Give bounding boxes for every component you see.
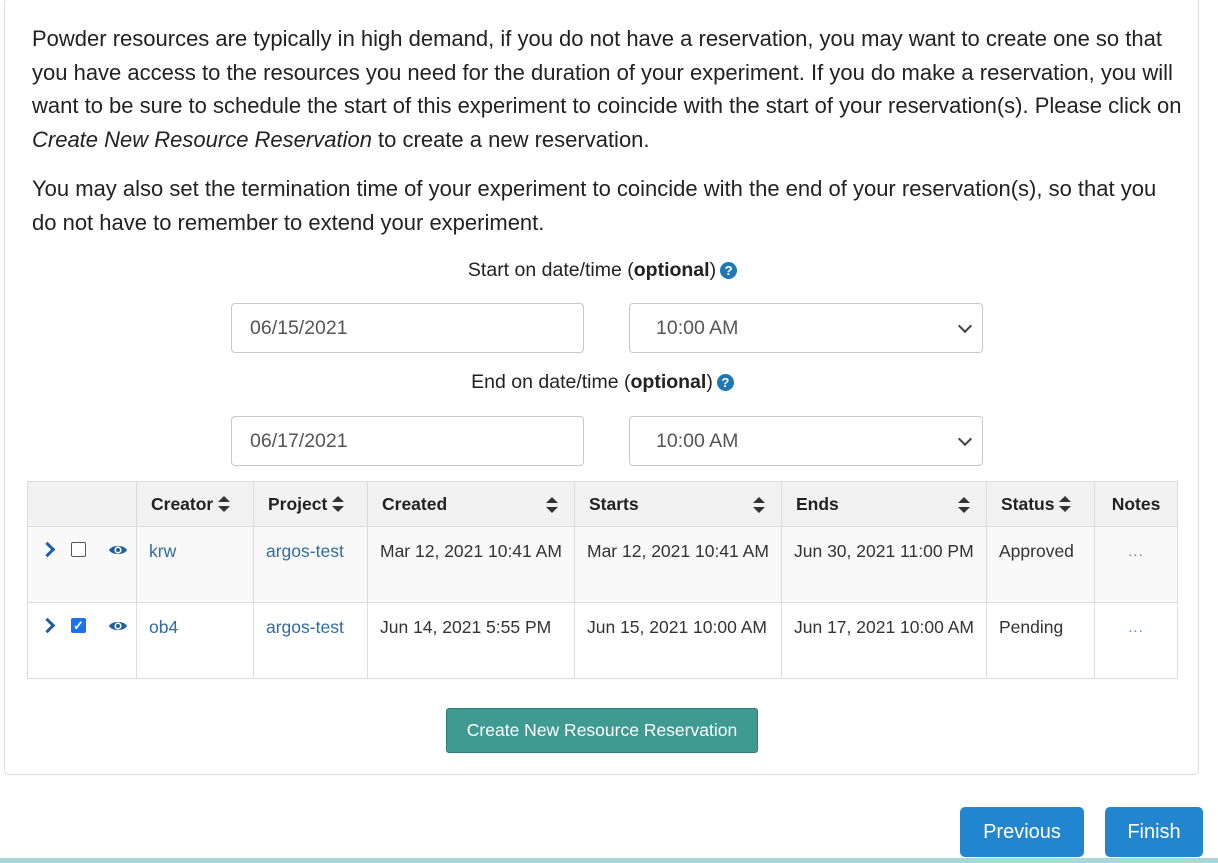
col-created-label: Created: [382, 493, 448, 514]
cell-ends: Jun 17, 2021 10:00 AM: [781, 602, 987, 679]
cell-project[interactable]: argos-test: [253, 526, 368, 603]
sort-icon[interactable]: [1059, 495, 1072, 512]
col-notes-label: Notes: [1111, 493, 1161, 514]
end-label: End on date/time (optional)?: [5, 371, 1200, 394]
create-reservation-button[interactable]: Create New Resource Reservation: [446, 708, 758, 753]
col-status-label: Status: [1001, 493, 1055, 514]
previous-button[interactable]: Previous: [960, 807, 1084, 857]
chevron-right-icon[interactable]: [39, 541, 56, 558]
intro-text: Powder resources are typically in high d…: [32, 26, 1182, 118]
cell-creator[interactable]: ob4: [136, 602, 254, 679]
sort-icon[interactable]: [753, 497, 765, 513]
col-project-label: Project: [268, 493, 328, 514]
sort-icon[interactable]: [546, 497, 558, 513]
cell-starts: Mar 12, 2021 10:41 AM: [574, 526, 782, 603]
cell-notes[interactable]: ...: [1094, 602, 1178, 679]
col-status[interactable]: Status: [986, 481, 1095, 527]
sort-icon[interactable]: [958, 497, 970, 513]
cell-status: Pending: [986, 602, 1095, 679]
eye-icon[interactable]: [108, 619, 128, 633]
cell-created: Mar 12, 2021 10:41 AM: [367, 526, 575, 603]
reservations-table: Creator Project Created Starts Ends Stat…: [27, 481, 1178, 679]
notes-ellipsis[interactable]: ...: [1107, 539, 1165, 564]
cell-status: Approved: [986, 526, 1095, 603]
end-label-text: End on date/time (: [471, 371, 631, 393]
help-icon[interactable]: ?: [716, 374, 734, 391]
col-project[interactable]: Project: [253, 481, 368, 527]
end-optional: optional: [630, 371, 707, 393]
row-checkbox-checked[interactable]: ✓: [71, 618, 86, 633]
start-time-select[interactable]: 10:00 AM: [629, 303, 983, 353]
cell-creator[interactable]: krw: [136, 526, 254, 603]
end-time-select[interactable]: 10:00 AM: [629, 416, 983, 466]
row-controls: ✓: [27, 602, 137, 679]
row-controls: [27, 526, 137, 603]
project-link[interactable]: argos-test: [266, 541, 344, 561]
help-icon[interactable]: ?: [720, 262, 738, 279]
col-ends-label: Ends: [796, 493, 839, 514]
col-controls: [27, 481, 137, 527]
col-created[interactable]: Created: [367, 481, 575, 527]
sort-icon[interactable]: [218, 495, 231, 512]
sort-icon[interactable]: [332, 495, 345, 512]
col-creator-label: Creator: [151, 493, 214, 514]
cell-ends: Jun 30, 2021 11:00 PM: [781, 526, 987, 603]
chevron-down-icon: [957, 318, 973, 334]
termination-paragraph: You may also set the termination time of…: [32, 176, 1157, 235]
project-link[interactable]: argos-test: [266, 617, 344, 637]
start-label-text: Start on date/time (: [467, 259, 634, 281]
table-row: krw argos-test Mar 12, 2021 10:41 AM Mar…: [27, 526, 1178, 603]
cell-created: Jun 14, 2021 5:55 PM: [367, 602, 575, 679]
row-checkbox[interactable]: [71, 542, 86, 557]
creator-link[interactable]: krw: [149, 541, 176, 561]
col-notes: Notes: [1094, 481, 1178, 527]
cell-starts: Jun 15, 2021 10:00 AM: [574, 602, 782, 679]
start-label-close: ): [709, 259, 717, 281]
start-date-input[interactable]: [231, 303, 584, 353]
end-time-value: 10:00 AM: [656, 429, 739, 452]
chevron-down-icon: [957, 431, 973, 447]
notes-ellipsis[interactable]: ...: [1107, 615, 1165, 640]
end-label-close: ): [706, 371, 713, 393]
intro-text-end: to create a new reservation.: [371, 126, 650, 152]
creator-link[interactable]: ob4: [149, 617, 178, 637]
bottom-divider: [0, 858, 1218, 863]
finish-button[interactable]: Finish: [1105, 807, 1203, 857]
cell-project[interactable]: argos-test: [253, 602, 368, 679]
intro-emphasis: Create New Resource Reservation: [32, 126, 372, 152]
chevron-right-icon[interactable]: [39, 617, 56, 634]
intro-paragraph: Powder resources are typically in high d…: [32, 22, 1182, 156]
table-row: ✓ ob4 argos-test Jun 14, 2021 5:55 PM Ju…: [27, 602, 1178, 679]
col-creator[interactable]: Creator: [136, 481, 254, 527]
start-time-value: 10:00 AM: [656, 316, 739, 339]
end-date-input[interactable]: [231, 416, 584, 466]
start-label: Start on date/time (optional)?: [5, 259, 1200, 282]
col-starts-label: Starts: [589, 493, 639, 514]
col-ends[interactable]: Ends: [781, 481, 987, 527]
col-starts[interactable]: Starts: [574, 481, 782, 527]
start-optional: optional: [633, 259, 710, 281]
table-header-row: Creator Project Created Starts Ends Stat…: [27, 481, 1178, 527]
eye-icon[interactable]: [108, 543, 128, 557]
cell-notes[interactable]: ...: [1094, 526, 1178, 603]
